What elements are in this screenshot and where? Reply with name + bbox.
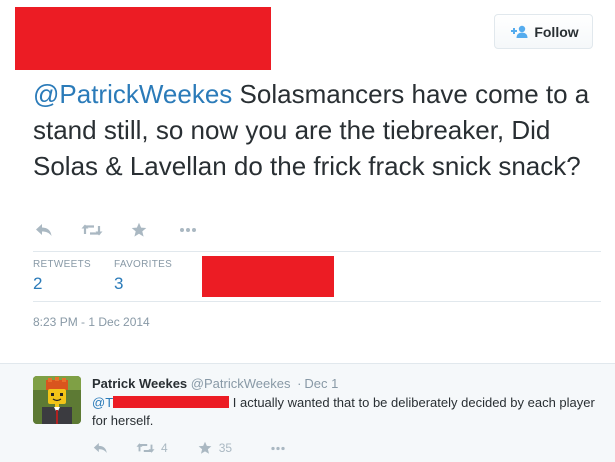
redacted-mention bbox=[113, 396, 230, 408]
more-icon bbox=[271, 446, 285, 450]
favorite-action[interactable] bbox=[131, 222, 147, 238]
reply-date[interactable]: Dec 1 bbox=[304, 376, 338, 391]
retweets-count: 2 bbox=[33, 274, 43, 293]
tweet-actions bbox=[35, 222, 197, 238]
reply-reply-action[interactable] bbox=[93, 442, 108, 454]
retweets-stat[interactable]: RETWEETS 2 bbox=[33, 259, 91, 294]
add-user-icon bbox=[508, 25, 528, 39]
tweet-mention-link[interactable]: @PatrickWeekes bbox=[33, 79, 232, 109]
reply-header: Patrick Weekes @PatrickWeekes · Dec 1 bbox=[92, 376, 338, 391]
reply-mention-link[interactable]: @T bbox=[92, 395, 113, 410]
star-icon bbox=[131, 222, 147, 237]
reply-favorite-count: 35 bbox=[218, 441, 233, 455]
reply-icon bbox=[36, 224, 52, 236]
favorites-count: 3 bbox=[114, 274, 124, 293]
reply-icon bbox=[93, 443, 107, 453]
reply-more-action[interactable] bbox=[270, 446, 286, 451]
retweet-icon bbox=[136, 443, 155, 453]
reply-separator: · bbox=[297, 376, 302, 391]
avatar[interactable] bbox=[33, 376, 81, 424]
redacted-avatars bbox=[202, 256, 334, 297]
more-action[interactable] bbox=[179, 227, 197, 233]
reply-action[interactable] bbox=[35, 223, 53, 237]
star-icon bbox=[198, 441, 212, 454]
stats-divider-bottom bbox=[33, 301, 601, 302]
tweet-timestamp[interactable]: 8:23 PM - 1 Dec 2014 bbox=[33, 315, 150, 329]
reply-favorite-action[interactable]: 35 bbox=[198, 441, 232, 455]
reply-actions: 4 35 bbox=[93, 441, 286, 455]
reply-text: @T I actually wanted that to be delibera… bbox=[92, 394, 597, 430]
favorites-label: FAVORITES bbox=[114, 259, 173, 270]
reply-retweet-action[interactable]: 4 bbox=[136, 441, 168, 455]
reply-author-name[interactable]: Patrick Weekes bbox=[92, 376, 187, 391]
retweet-icon bbox=[81, 224, 103, 236]
reply-retweet-count: 4 bbox=[161, 441, 168, 455]
follow-button[interactable]: Follow bbox=[494, 14, 593, 49]
follow-button-label: Follow bbox=[534, 23, 579, 40]
stats-divider-top bbox=[33, 251, 601, 252]
more-icon bbox=[180, 228, 196, 232]
reply-author-handle[interactable]: @PatrickWeekes bbox=[191, 376, 291, 391]
retweet-action[interactable] bbox=[81, 223, 103, 237]
tweet-text: @PatrickWeekes Solasmancers have come to… bbox=[33, 76, 603, 184]
redacted-author-name bbox=[15, 7, 271, 70]
retweets-label: RETWEETS bbox=[33, 259, 91, 270]
favorites-stat[interactable]: FAVORITES 3 bbox=[114, 259, 172, 294]
